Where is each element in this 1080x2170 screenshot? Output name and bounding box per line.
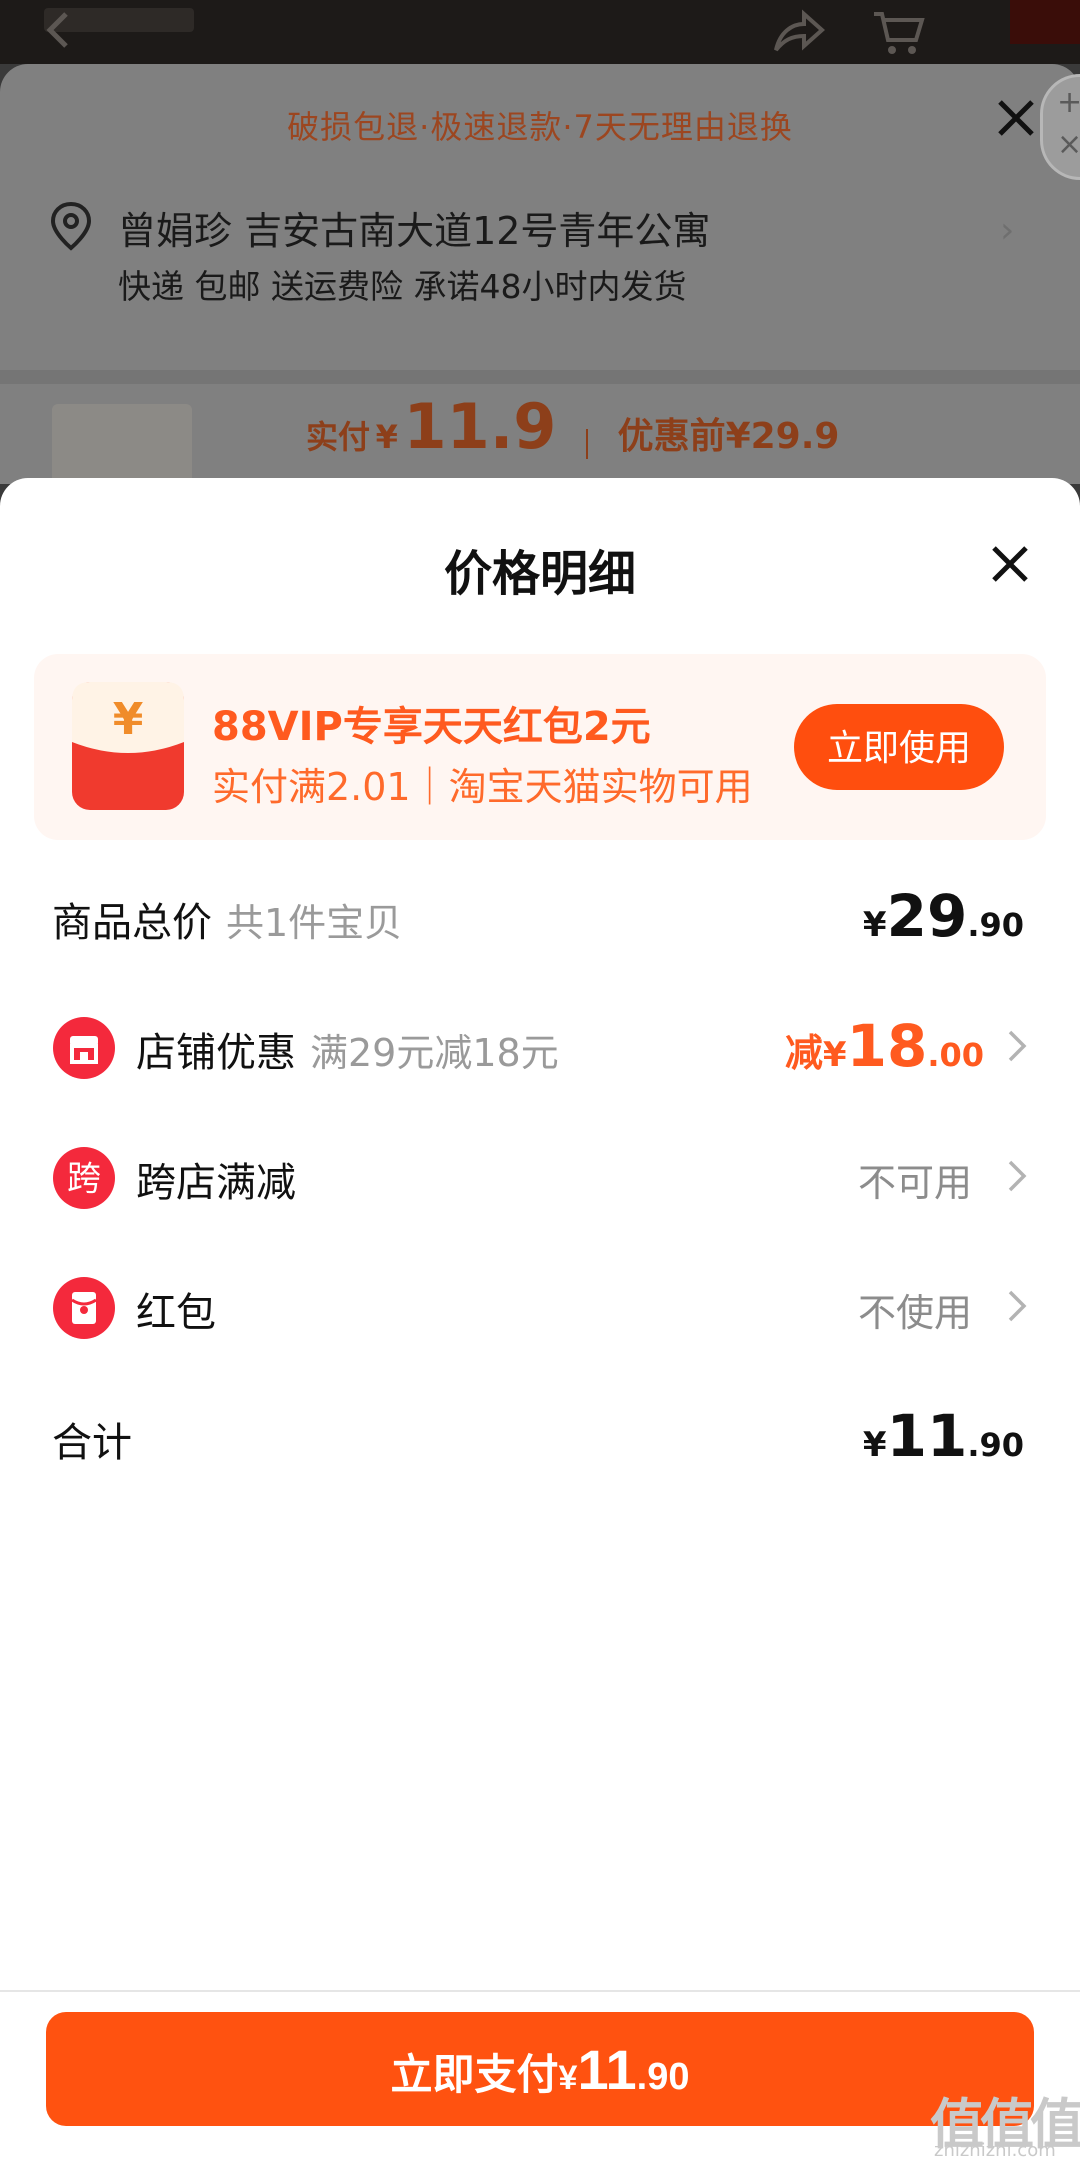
goods-total-row: 商品总价 共1件宝贝 ¥29.90: [0, 876, 1080, 956]
vip-red-packet-banner: ¥ 88VIP专享天天红包2元 实付满2.01｜淘宝天猫实物可用 立即使用: [34, 654, 1046, 840]
paid-currency: ¥: [375, 418, 398, 456]
delivery-info: 快递 包邮 送运费险 承诺48小时内发货: [118, 267, 687, 306]
use-now-button[interactable]: 立即使用: [794, 704, 1004, 790]
cross-icon: ×: [1057, 127, 1080, 162]
amount-integer: 29: [886, 882, 968, 950]
red-packet-symbol: ¥: [113, 694, 144, 745]
cross-store-label: 跨店满减: [136, 1160, 296, 1206]
price-summary: 实付 ¥ 11.9 优惠前¥29.9: [306, 390, 839, 463]
location-pin-icon: [50, 201, 92, 251]
service-promise: 破损包退·极速退款·7天无理由退换: [287, 108, 793, 146]
total-label: 合计: [52, 1420, 132, 1466]
pay-label: 立即支付: [390, 2050, 559, 2098]
paid-label: 实付: [306, 418, 371, 456]
store-discount-note: 满29元减18元: [310, 1031, 559, 1075]
currency-symbol: ¥: [862, 1425, 887, 1465]
sheet-title: 价格明细: [443, 546, 636, 602]
amount-decimal: .00: [927, 1036, 984, 1074]
amount-integer: 11: [886, 1402, 968, 1470]
discount-prefix: 减: [784, 1031, 823, 1075]
goods-total-label: 商品总价: [52, 900, 212, 946]
chevron-right-icon: [1008, 1160, 1027, 1192]
cross-store-icon: 跨: [53, 1147, 115, 1209]
background-top-bar: [0, 0, 1080, 64]
chevron-right-icon: [1008, 1290, 1027, 1322]
section-divider: [0, 370, 1080, 384]
goods-total-amount: ¥29.90: [863, 882, 1024, 950]
amount-integer: 18: [846, 1012, 928, 1080]
price-detail-sheet: 价格明细 ¥ 88VIP专享天天红包2元 实付满2.01｜淘宝天猫实物可用 立即…: [0, 478, 1080, 2170]
item-count-note: 共1件宝贝: [226, 901, 403, 945]
store-discount-label: 店铺优惠: [136, 1030, 296, 1076]
store-discount-amount: 减¥18.00: [785, 1012, 984, 1080]
cross-store-status: 不可用: [857, 1161, 972, 1205]
promo-title: 88VIP专享天天红包2元: [212, 704, 651, 750]
cross-store-discount-row[interactable]: 跨 跨店满减 不可用: [0, 1136, 1080, 1216]
address-name: 曾娟珍 吉安古南大道12号青年公寓: [118, 209, 711, 253]
watermark-url: zhizhizhi.com: [934, 2140, 1056, 2161]
red-packet-icon: ¥: [72, 682, 184, 810]
store-discount-label-wrap: 店铺优惠 满29元减18元: [136, 1020, 559, 1078]
pay-amount-decimal: .90: [636, 2055, 690, 2098]
store-icon: [53, 1017, 115, 1079]
total-amount: ¥11.90: [863, 1402, 1024, 1470]
plus-icon: +: [1057, 85, 1080, 120]
product-thumbnail: [52, 404, 192, 484]
red-packet-icon: [53, 1277, 115, 1339]
goods-total-label-wrap: 商品总价 共1件宝贝: [52, 890, 402, 948]
banner-corner: [1010, 0, 1080, 44]
original-price: 优惠前¥29.9: [617, 416, 840, 457]
cross-store-icon-char: 跨: [67, 1159, 101, 1199]
amount-decimal: .90: [967, 1426, 1024, 1464]
total-row: 合计 ¥11.90: [0, 1396, 1080, 1476]
red-packet-status-wrap: 不使用: [858, 1272, 1024, 1337]
paid-value: 11.9: [403, 390, 557, 463]
close-icon[interactable]: [988, 542, 1032, 586]
back-arrow-icon[interactable]: [40, 10, 80, 50]
pay-now-button[interactable]: 立即支付¥11.90: [46, 2012, 1034, 2126]
store-discount-row[interactable]: 店铺优惠 满29元减18元 减¥18.00: [0, 1006, 1080, 1086]
currency-symbol: ¥: [862, 905, 887, 945]
floating-tool-button[interactable]: + ×: [1040, 74, 1080, 180]
amount-decimal: .90: [967, 906, 1024, 944]
chevron-right-icon: ›: [1000, 210, 1015, 251]
cart-icon[interactable]: [870, 8, 926, 56]
promo-subtitle: 实付满2.01｜淘宝天猫实物可用: [212, 765, 753, 809]
close-icon[interactable]: [992, 94, 1040, 142]
red-packet-row[interactable]: 红包 不使用: [0, 1266, 1080, 1346]
order-sheet-background: 破损包退·极速退款·7天无理由退换 + × 曾娟珍 吉安古南大道12号青年公寓 …: [0, 64, 1080, 484]
share-icon[interactable]: [770, 8, 826, 56]
red-packet-status: 不使用: [857, 1291, 972, 1335]
pay-amount-integer: 11: [577, 2037, 637, 2101]
footer-divider: [0, 1990, 1080, 1992]
chevron-right-icon: [1008, 1030, 1027, 1062]
price-separator: [586, 428, 588, 459]
currency-symbol: ¥: [822, 1035, 847, 1075]
pay-currency: ¥: [558, 2058, 578, 2097]
cross-store-status-wrap: 不可用: [858, 1142, 1024, 1207]
red-packet-label: 红包: [136, 1290, 216, 1336]
